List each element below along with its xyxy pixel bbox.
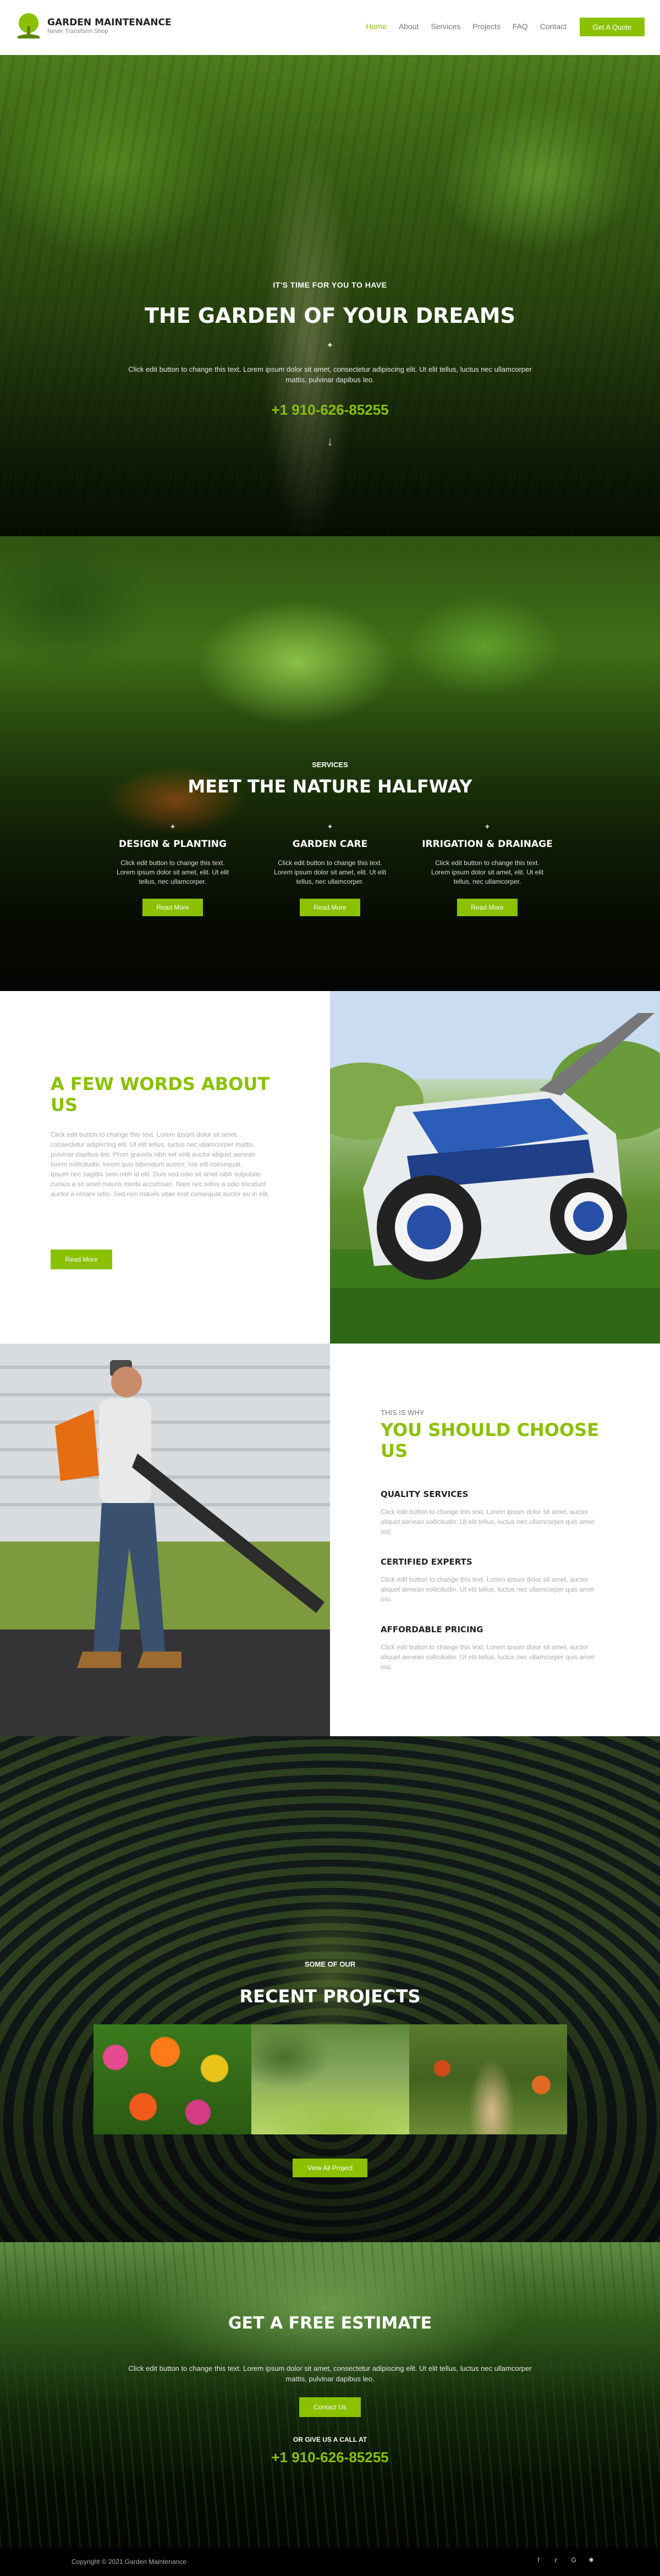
about-title: A FEW WORDS ABOUT US (51, 1074, 270, 1115)
why-item: CERTIFIED EXPERTS Click edit button to c… (381, 1557, 601, 1604)
why-item-title: QUALITY SERVICES (381, 1489, 469, 1499)
google-icon[interactable]: G (569, 2555, 579, 2565)
estimate-title: GET A FREE ESTIMATE (228, 2314, 432, 2333)
hero-description: Click edit button to change this text. L… (128, 365, 532, 384)
read-more-button[interactable]: Read More (300, 899, 360, 916)
or-call-label: OR GIVE US A CALL AT (293, 2436, 367, 2443)
view-all-projects-button[interactable]: View All Project (293, 2159, 367, 2177)
nav-item-projects[interactable]: Projects (472, 22, 501, 31)
service-title: GARDEN CARE (292, 839, 368, 850)
site-header: GARDEN MAINTENANCE Never Transform Shop … (0, 0, 660, 55)
brand-tagline: Never Transform Shop (47, 28, 108, 35)
read-more-button[interactable]: Read More (457, 899, 518, 916)
project-image-garden-path[interactable] (409, 2024, 567, 2134)
about-paragraph-1: Click edit button to change this text. L… (51, 1131, 256, 1168)
hero-section: IT'S TIME FOR YOU TO HAVE THE GARDEN OF … (0, 55, 660, 536)
hero-phone[interactable]: +1 910-626-85255 (0, 401, 660, 419)
nav-item-about[interactable]: About (399, 22, 419, 31)
why-item-text: Click edit button to change this text. L… (381, 1643, 595, 1671)
about-read-more-button[interactable]: Read More (51, 1250, 112, 1269)
services-title: MEET THE NATURE HALFWAY (188, 776, 472, 797)
nav-item-home[interactable]: Home (366, 22, 387, 31)
brand-name: GARDEN MAINTENANCE (47, 17, 172, 28)
nav-item-services[interactable]: Services (431, 22, 460, 31)
service-text: Click edit button to change this text. L… (431, 859, 544, 885)
service-card: ✦ DESIGN & PLANTING Click edit button to… (96, 822, 250, 916)
garden-care-icon: ✦ (327, 822, 333, 831)
twitter-icon[interactable]: 𝕣 (551, 2555, 561, 2565)
projects-section: SOME OF OUR RECENT PROJECTS View All Pro… (0, 1736, 660, 2242)
contact-us-button[interactable]: Contact Us (299, 2397, 361, 2417)
hero-pre-title: IT'S TIME FOR YOU TO HAVE (273, 280, 387, 289)
nav-item-faq[interactable]: FAQ (513, 22, 528, 31)
tree-icon (15, 12, 42, 40)
services-section: SERVICES MEET THE NATURE HALFWAY ✦ DESIG… (0, 536, 660, 991)
site-footer: Copyright © 2021 Garden Maintenance f 𝕣 … (0, 2547, 660, 2576)
scroll-down-icon[interactable]: ↓ (0, 434, 660, 449)
about-paragraph-2: Ipsum nec sagittis sem nibh id elit. Dui… (51, 1170, 270, 1198)
read-more-button[interactable]: Read More (142, 899, 203, 916)
irrigation-icon: ✦ (484, 822, 491, 831)
project-image-lawn[interactable] (251, 2024, 409, 2134)
main-nav: Home About Services Projects FAQ Contact (366, 22, 566, 31)
service-title: IRRIGATION & DRAINAGE (422, 839, 553, 850)
estimate-section: GET A FREE ESTIMATE Click edit button to… (0, 2242, 660, 2547)
why-item: AFFORDABLE PRICING Click edit button to … (381, 1625, 601, 1672)
about-paragraph: Click edit button to change this text. L… (51, 1130, 271, 1199)
services-pre-title: SERVICES (312, 761, 348, 769)
copyright-text: Copyright © 2021 Garden Maintenance (72, 2558, 186, 2566)
estimate-description: Click edit button to change this text. L… (128, 2364, 532, 2383)
leaf-divider-icon: ✦ (326, 341, 334, 350)
facebook-icon[interactable]: f (534, 2555, 543, 2565)
design-icon: ✦ (169, 822, 176, 831)
service-title: DESIGN & PLANTING (119, 839, 227, 850)
leaf-blower-worker-image (0, 1344, 330, 1736)
service-card: ✦ GARDEN CARE Click edit button to chang… (253, 822, 407, 916)
why-item-title: AFFORDABLE PRICING (381, 1625, 483, 1634)
get-quote-button[interactable]: Get A Quote (580, 18, 645, 36)
projects-pre-title: SOME OF OUR (304, 1960, 356, 1968)
why-title: YOU SHOULD CHOOSE US (381, 1419, 600, 1461)
lawn-mower-image (330, 991, 660, 1344)
why-item-text: Click edit button to change this text. L… (381, 1508, 595, 1535)
service-text: Click edit button to change this text. L… (116, 859, 229, 885)
about-section: A FEW WORDS ABOUT US Click edit button t… (0, 991, 330, 1344)
why-item-text: Click edit button to change this text. L… (381, 1576, 595, 1603)
project-image-flowers[interactable] (94, 2024, 251, 2134)
why-pre-title: THIS IS WHY (381, 1408, 425, 1417)
why-choose-us-section: THIS IS WHY YOU SHOULD CHOOSE US QUALITY… (330, 1344, 660, 1736)
hero-title: THE GARDEN OF YOUR DREAMS (145, 304, 515, 328)
service-text: Click edit button to change this text. L… (273, 859, 387, 885)
logo[interactable]: GARDEN MAINTENANCE Never Transform Shop (15, 12, 172, 40)
social-links: f 𝕣 G ✸ (534, 2555, 596, 2565)
service-card: ✦ IRRIGATION & DRAINAGE Click edit butto… (410, 822, 564, 916)
why-item-title: CERTIFIED EXPERTS (381, 1557, 472, 1567)
why-item: QUALITY SERVICES Click edit button to ch… (381, 1489, 601, 1537)
yelp-icon[interactable]: ✸ (586, 2555, 596, 2565)
projects-title: RECENT PROJECTS (239, 1986, 421, 2007)
estimate-phone[interactable]: +1 910-626-85255 (0, 2449, 660, 2466)
nav-item-contact[interactable]: Contact (540, 22, 566, 31)
